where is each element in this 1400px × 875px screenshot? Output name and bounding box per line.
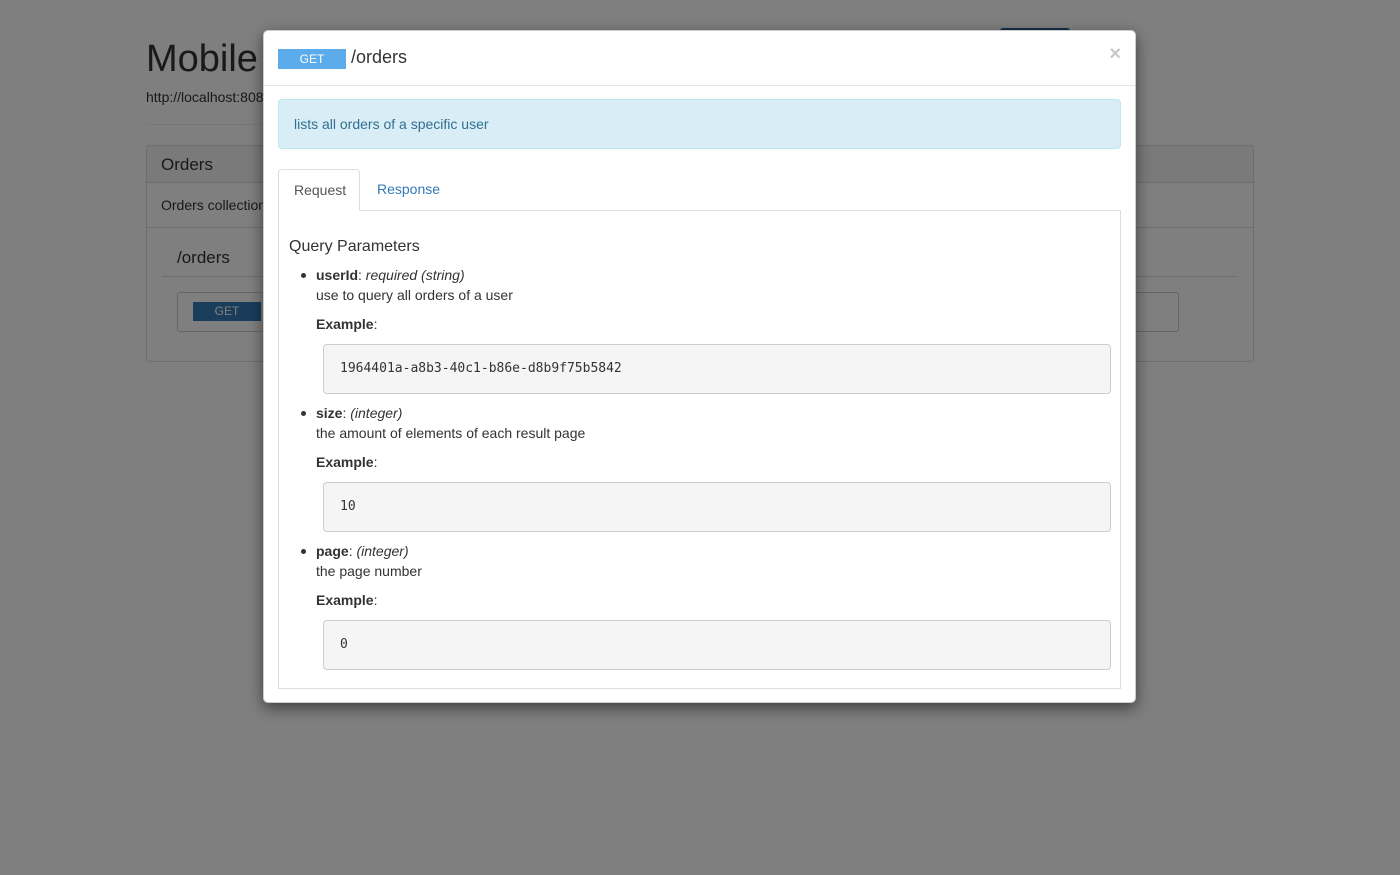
close-icon[interactable]: ×	[1109, 43, 1121, 66]
example-value: 1964401a-a8b3-40c1-b86e-d8b9f75b5842	[323, 344, 1111, 394]
bullet-icon	[301, 549, 306, 554]
param-description: the page number	[316, 563, 422, 579]
param-name: size	[316, 405, 343, 421]
method-modal: GET /orders × lists all orders of a spec…	[263, 30, 1136, 703]
param-item: size: (integer) the amount of elements o…	[289, 403, 1112, 532]
section-title: Query Parameters	[289, 238, 420, 255]
request-tab-content: Query Parameters userId: required (strin…	[278, 210, 1121, 689]
param-item: page: (integer) the page number Example:…	[289, 541, 1112, 670]
bullet-icon	[301, 411, 306, 416]
modal-title: /orders	[351, 47, 408, 67]
param-type: required (string)	[365, 267, 465, 283]
param-description: use to query all orders of a user	[316, 287, 513, 303]
example-value: 10	[323, 482, 1111, 532]
tab-request[interactable]: Request	[278, 169, 360, 211]
tab-bar: Request Response	[278, 169, 1121, 211]
modal-header: GET /orders ×	[264, 31, 1135, 86]
param-item: userId: required (string) use to query a…	[289, 265, 1112, 394]
param-description: the amount of elements of each result pa…	[316, 425, 586, 441]
param-name: page	[316, 543, 349, 559]
bullet-icon	[301, 273, 306, 278]
param-type: (integer)	[356, 543, 409, 559]
page: Mobile http://localhost:808 Orders Order…	[0, 0, 1400, 875]
param-name: userId	[316, 267, 359, 283]
tab-response[interactable]: Response	[362, 169, 455, 209]
example-label: Example	[316, 592, 374, 608]
method-badge: GET	[278, 49, 346, 69]
param-type: (integer)	[350, 405, 403, 421]
example-value: 0	[323, 620, 1111, 670]
example-label: Example	[316, 454, 374, 470]
method-description: lists all orders of a specific user	[278, 99, 1121, 149]
example-label: Example	[316, 316, 374, 332]
